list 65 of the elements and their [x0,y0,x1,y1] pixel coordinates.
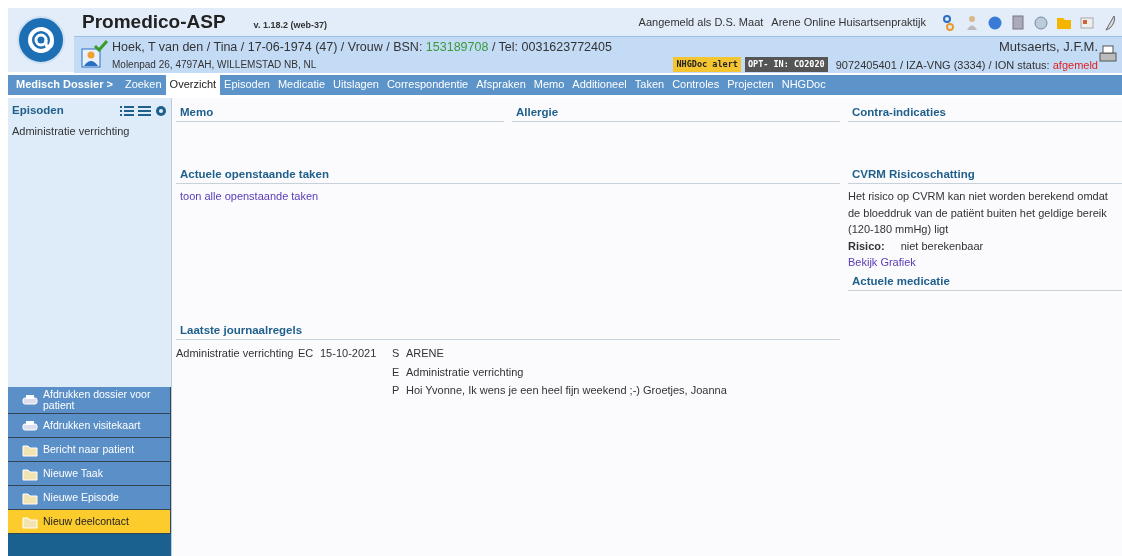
alert-badge: NHGDoc alert [673,57,741,73]
sidebar-title: Episoden [12,103,64,118]
action-button[interactable]: Bericht naar patient [8,438,171,462]
chart-link[interactable]: Bekijk Grafiek [848,254,916,271]
nav-tab[interactable]: Memo [529,75,569,95]
action-button[interactable]: Afdrukken visitekaart [8,414,171,438]
section-heading: Laatste journaalregels [176,320,840,340]
section-heading: Memo [176,102,504,122]
section-heading: Actuele medicatie [848,270,1122,291]
patient-ids: 9072405401 / IZA-VNG (3334) / ION status: afgemeld [835,57,1098,73]
nav-tab[interactable]: Taken [630,75,669,95]
journal-text: Administratie verrichting [406,365,524,378]
section-heading: Actuele openstaande taken [176,164,840,184]
printer-icon [22,393,38,407]
document-icon[interactable] [1010,13,1026,31]
soep-letter: S [392,347,400,359]
feather-icon[interactable] [1102,13,1118,31]
folder-icon [22,466,38,481]
folder-icon [22,514,38,529]
risk-label: Risico: [848,238,885,254]
action-button[interactable]: Nieuw deelcontact [8,510,171,534]
journal-text: ARENE [406,347,444,359]
nav-tab[interactable]: Overzicht [165,73,221,95]
nav-tab[interactable]: Correspondentie [382,75,473,95]
nav-tab[interactable]: Projecten [723,75,778,95]
action-button[interactable]: Nieuwe Episode [8,486,171,510]
journal-text: Hoi Yvonne, Ik wens je een heel fijn weekend ;-) Groetjes, Joanna [406,384,727,396]
version-label: v. 1.18.2 (web-37) [253,19,327,33]
nav-tab[interactable]: Additioneel [568,75,631,95]
soep-letter: P [392,384,400,396]
nav-tab[interactable]: NHGDoc [777,75,830,95]
nav-tab[interactable]: Controles [668,75,724,95]
journal-episode: Administratie verrichting [176,347,294,359]
patient-address: Molenpad 26, 4797AH, WILLEMSTAD NB, NL [112,57,318,72]
folder-icon [22,442,38,457]
section-heading: Contra-indicaties [848,102,1122,122]
printer-icon [22,418,38,433]
soep-letter: E [392,365,400,378]
network-icon[interactable] [941,13,957,31]
nav-tab[interactable]: Afspraken [472,75,530,95]
nav-tab[interactable]: Episoden [220,75,274,95]
journal-code: EC [298,347,314,359]
list-icon[interactable] [120,104,134,117]
at-sign-logo [16,15,66,65]
tasks-link[interactable]: toon alle openstaande taken [180,188,319,205]
settings-icon[interactable] [155,104,167,117]
journal-date: 15-10-2021 [320,347,377,359]
menu-icon[interactable] [138,104,151,117]
opt-in-badge: OPT- IN: CO2020 [744,57,828,73]
section-heading: Allergie [512,102,840,122]
logged-in-label: Aangemeld als D.S. Maat [638,14,764,30]
episode-item[interactable]: Administratie verrichting [8,119,171,140]
app-title: Promedico-ASP [82,9,226,34]
nav-tab[interactable]: Uitslagen [329,75,383,95]
nav-tab[interactable]: Medicatie [273,75,330,95]
risk-value: niet berekenbaar [900,238,984,254]
action-button[interactable]: Afdrukken dossier voor patient [8,386,171,414]
folder-icon [22,490,38,505]
nav-tab[interactable]: Zoeken [120,75,166,95]
patient-summary: Hoek, T van den / Tina / 17-06-1974 (47) / Vrouw / BSN: 153189708 / Tel: 0031623772405 [112,39,612,57]
action-button[interactable]: Nieuwe Taak [8,462,171,486]
practice-label: Arene Online Huisartsenpraktijk [771,14,926,30]
doctor-name: Mutsaerts, J.F.M. [999,38,1098,56]
breadcrumb-link[interactable]: Medisch Dossier > [12,75,117,95]
section-heading: CVRM Risicoschatting [848,164,1122,184]
